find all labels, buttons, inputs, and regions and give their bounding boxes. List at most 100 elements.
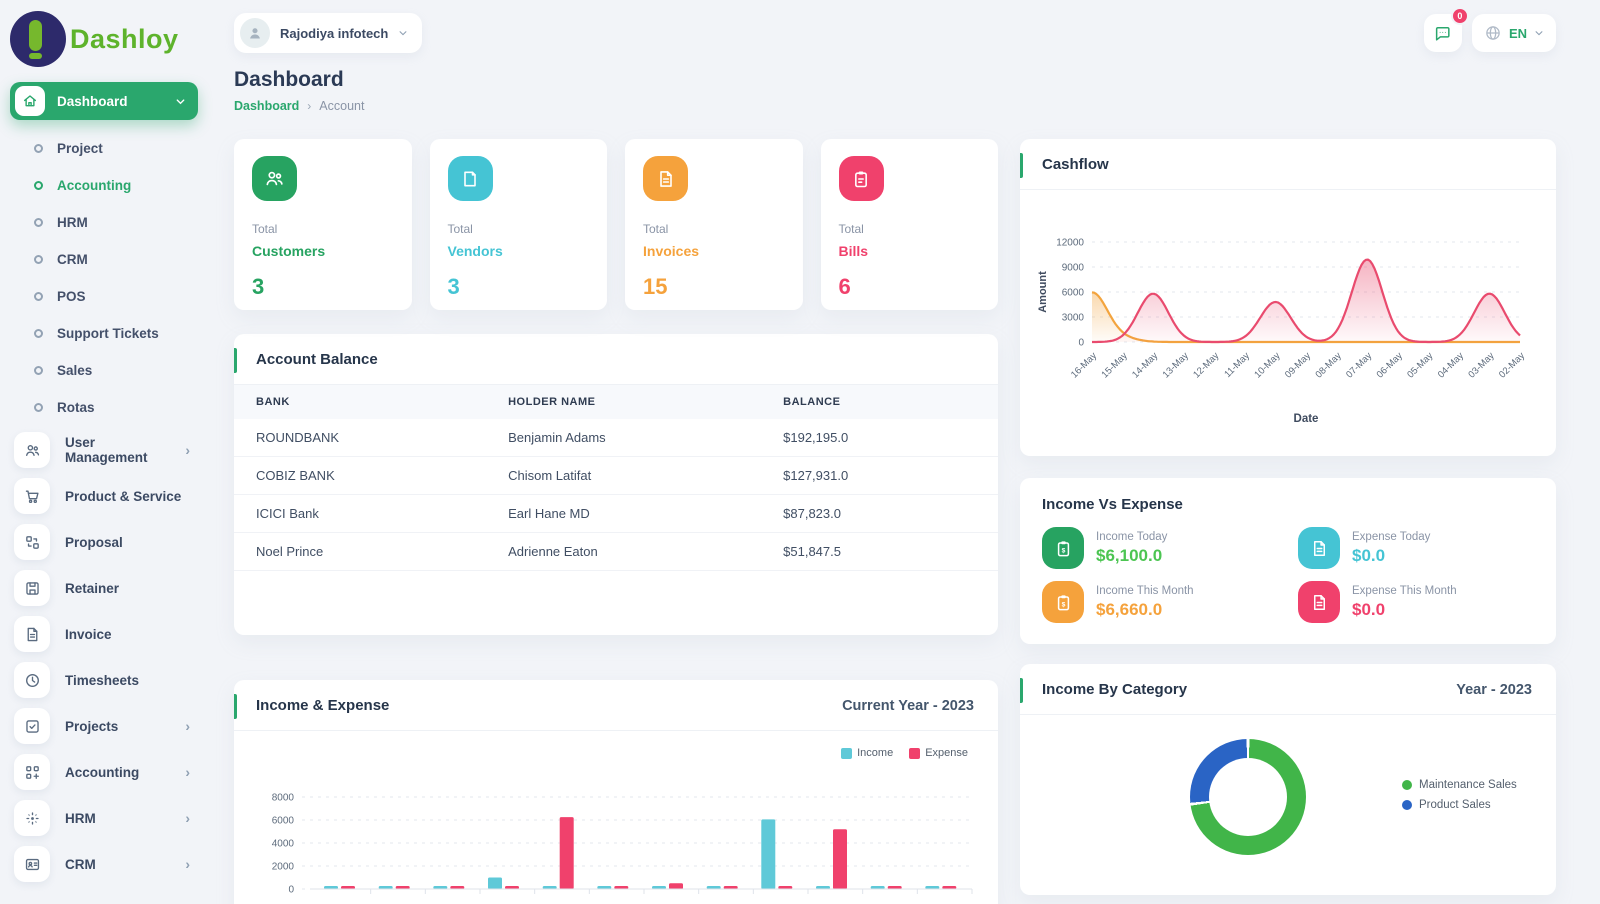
stat-name: Invoices: [643, 243, 785, 259]
sidebar-item-dashboard[interactable]: Dashboard: [10, 82, 198, 120]
svg-text:08-May: 08-May: [1314, 350, 1344, 380]
svg-text:4000: 4000: [272, 839, 295, 850]
sidebar-item-product-service[interactable]: Product & Service: [10, 478, 212, 514]
user-name: Rajodiya infotech: [280, 26, 388, 41]
svg-text:9000: 9000: [1062, 263, 1085, 274]
circle-icon: [34, 329, 43, 338]
chevron-right-icon: ›: [185, 856, 202, 872]
legend-item-maintenance-sales[interactable]: Maintenance Sales: [1402, 779, 1517, 791]
brand-logo[interactable]: Dashloy: [10, 8, 212, 70]
chevron-right-icon: ›: [185, 718, 202, 734]
sidebar-item-crm[interactable]: CRM›: [10, 846, 212, 882]
cashflow-header: Cashflow: [1020, 139, 1556, 189]
sidebar-subitem-hrm[interactable]: HRM: [10, 204, 212, 241]
sidebar-item-invoice[interactable]: Invoice: [10, 616, 212, 652]
stat-name: Vendors: [448, 243, 590, 259]
income-expense-chart-panel: Income & Expense Current Year - 2023 Inc…: [234, 680, 998, 904]
dashboard-content: TotalCustomers3TotalVendors3TotalInvoice…: [234, 139, 1556, 904]
income-expense-header: Income & Expense Current Year - 2023: [234, 680, 998, 730]
panel-title: Income Vs Expense: [1020, 478, 1556, 527]
sidebar: Dashloy Dashboard ProjectAccountingHRMCR…: [0, 0, 212, 904]
sidebar-subitem-rotas[interactable]: Rotas: [10, 389, 212, 426]
metric-income-this-month: $Income This Month$6,660.0: [1042, 581, 1278, 623]
language-label: EN: [1509, 26, 1527, 41]
metric-value: $6,100.0: [1096, 546, 1167, 566]
legend-label: Product Sales: [1419, 799, 1491, 811]
income-icon: $: [1042, 527, 1084, 569]
table-row: COBIZ BANKChisom Latifat$127,931.0: [234, 457, 998, 495]
left-column: TotalCustomers3TotalVendors3TotalInvoice…: [234, 139, 998, 904]
svg-text:15-May: 15-May: [1100, 350, 1130, 380]
sidebar-subitem-sales[interactable]: Sales: [10, 352, 212, 389]
metric-label: Income This Month: [1096, 585, 1194, 597]
sidebar-item-label: Dashboard: [57, 94, 163, 109]
column-balance: BALANCE: [761, 385, 998, 419]
table-row: Noel PrinceAdrienne Eaton$51,847.5: [234, 533, 998, 571]
svg-text:12-May: 12-May: [1191, 350, 1221, 380]
sidebar-item-retainer[interactable]: Retainer: [10, 570, 212, 606]
breadcrumb-dashboard[interactable]: Dashboard: [234, 99, 299, 113]
sidebar-item-user-management[interactable]: User Management›: [10, 432, 212, 468]
expense-icon: [1298, 527, 1340, 569]
sidebar-item-label: HRM: [65, 811, 170, 826]
metric-expense-this-month: Expense This Month$0.0: [1298, 581, 1534, 623]
expense-icon: [1298, 581, 1340, 623]
sidebar-subitem-label: Project: [57, 141, 103, 156]
sidebar-subitem-accounting[interactable]: Accounting: [10, 167, 212, 204]
sidebar-subitem-label: POS: [57, 289, 86, 304]
circle-icon: [34, 144, 43, 153]
income-vs-expense-grid: $Income Today$6,100.0Expense Today$0.0$I…: [1020, 527, 1556, 623]
brand-logo-icon: [10, 11, 66, 67]
chevron-right-icon: ›: [185, 764, 202, 780]
language-selector[interactable]: EN: [1472, 14, 1556, 52]
legend-label: Expense: [925, 747, 968, 759]
page-title: Dashboard: [234, 68, 1556, 92]
stat-label: Total: [448, 222, 590, 236]
cell-holder: Earl Hane MD: [486, 495, 761, 533]
svg-text:$: $: [1061, 601, 1065, 608]
messages-button[interactable]: 0: [1424, 14, 1462, 52]
sidebar-subitem-project[interactable]: Project: [10, 130, 212, 167]
sidebar-subitem-pos[interactable]: POS: [10, 278, 212, 315]
metric-label: Expense This Month: [1352, 585, 1457, 597]
donut-chart: [1190, 739, 1306, 855]
sidebar-item-proposal[interactable]: Proposal: [10, 524, 212, 560]
invoices-icon: [643, 156, 688, 201]
svg-text:14-May: 14-May: [1130, 350, 1160, 380]
legend-item-income[interactable]: Income: [841, 747, 893, 759]
legend-swatch: [841, 748, 852, 759]
sidebar-item-accounting[interactable]: Accounting ›: [10, 754, 212, 790]
breadcrumb-separator-icon: ›: [307, 99, 311, 113]
cell-holder: Adrienne Eaton: [486, 533, 761, 571]
stat-card-invoices: TotalInvoices15: [625, 139, 803, 310]
panel-subtitle: Year - 2023: [1456, 682, 1532, 698]
sidebar-item-label: User Management: [65, 435, 170, 465]
sidebar-subitem-support-tickets[interactable]: Support Tickets: [10, 315, 212, 352]
income-by-category-panel: Income By Category Year - 2023 Maintenan…: [1020, 664, 1556, 895]
topbar: Rajodiya infotech 0 EN: [234, 12, 1556, 54]
sidebar-item-hrm[interactable]: HRM ›: [10, 800, 212, 836]
stat-label: Total: [252, 222, 394, 236]
sidebar-item-projects[interactable]: Projects ›: [10, 708, 212, 744]
sidebar-subitem-crm[interactable]: CRM: [10, 241, 212, 278]
income-vs-expense-panel: Income Vs Expense $Income Today$6,100.0E…: [1020, 478, 1556, 644]
panel-title: Income & Expense: [256, 697, 389, 714]
sidebar-item-label: Accounting: [65, 765, 170, 780]
user-menu[interactable]: Rajodiya infotech: [234, 13, 422, 53]
users-icon: [14, 432, 50, 468]
column-holder-name: HOLDER NAME: [486, 385, 761, 419]
chat-icon: [1433, 24, 1452, 43]
legend-item-product-sales[interactable]: Product Sales: [1402, 799, 1517, 811]
panel-title: Income By Category: [1042, 681, 1187, 698]
legend-item-expense[interactable]: Expense: [909, 747, 968, 759]
sidebar-subitem-label: CRM: [57, 252, 88, 267]
svg-text:04-May: 04-May: [1436, 350, 1466, 380]
sidebar-item-timesheets[interactable]: Timesheets: [10, 662, 212, 698]
svg-text:11-May: 11-May: [1222, 350, 1252, 380]
stat-value: 15: [643, 274, 785, 300]
chevron-right-icon: ›: [185, 810, 202, 826]
accounting-icon: [14, 754, 50, 790]
cell-bank: ICICI Bank: [234, 495, 486, 533]
sidebar-item-label: Projects: [65, 719, 170, 734]
cart-icon: [14, 478, 50, 514]
